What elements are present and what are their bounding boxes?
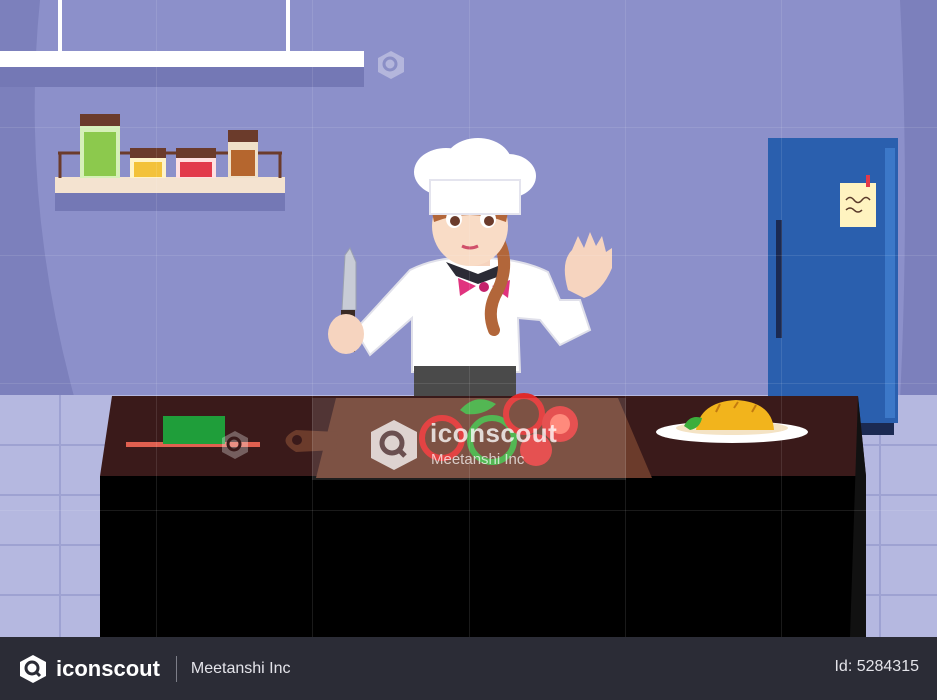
watermark-grid-line	[781, 0, 782, 637]
kitchen-scene: iconscout Meetanshi Inc	[0, 0, 937, 637]
footer-author-link[interactable]: Meetanshi Inc	[191, 660, 291, 678]
iconscout-logo-icon	[371, 420, 417, 470]
iconscout-logo-icon	[20, 654, 46, 683]
watermark-grid-line	[0, 383, 937, 384]
iconscout-logo-icon	[378, 51, 404, 79]
watermark-grid-line	[312, 0, 313, 637]
watermark-grid-line	[469, 0, 470, 637]
fridge	[768, 138, 898, 435]
footer-bar: iconscout Meetanshi Inc Id: 5284315	[0, 637, 937, 700]
right-wall-shadow	[900, 0, 937, 400]
watermark-grid-line	[0, 510, 937, 511]
footer-asset-id: Id: 5284315	[834, 658, 919, 675]
hood-bar	[0, 51, 364, 67]
footer-divider	[175, 655, 177, 682]
footer-brand: iconscout	[56, 655, 160, 681]
watermark-author: Meetanshi Inc	[431, 451, 525, 468]
iconscout-logo-icon	[222, 431, 248, 459]
footer-logo[interactable]: iconscout	[18, 654, 160, 684]
watermark-grid-line	[0, 127, 937, 128]
watermark-grid-line	[0, 255, 937, 256]
watermark-grid-line	[625, 0, 626, 637]
watermark-brand: iconscout	[430, 418, 558, 448]
watermark-grid-line	[156, 0, 157, 637]
